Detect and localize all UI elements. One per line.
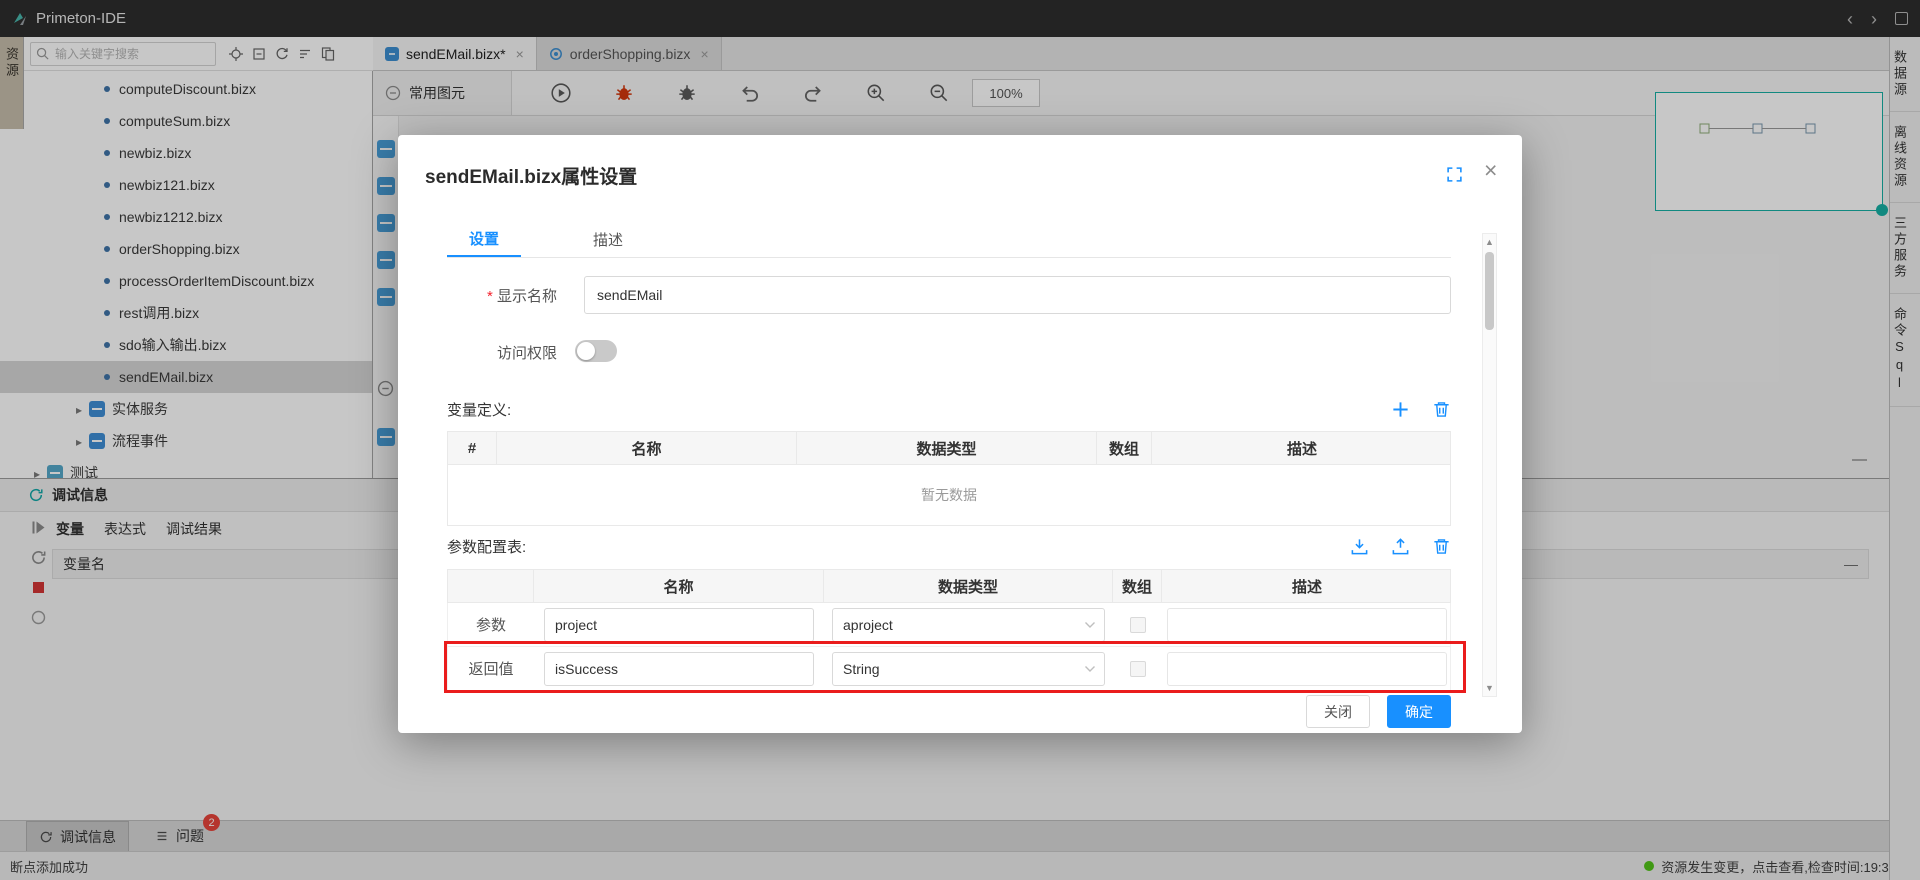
param-row-input: 参数 aproject: [447, 603, 1451, 647]
param-type-select[interactable]: String: [832, 652, 1105, 686]
dialog-tab-settings[interactable]: 设置: [447, 221, 521, 257]
property-dialog: sendEMail.bizx属性设置 设置 描述 显示名称 访问权限 变量定义:…: [398, 135, 1522, 733]
close-button[interactable]: 关闭: [1306, 695, 1370, 728]
param-description-input[interactable]: [1167, 608, 1447, 642]
param-type-value: String: [843, 661, 880, 677]
params-table: 名称 数据类型 数组 描述 参数 aproject 返回值 String: [447, 569, 1451, 691]
export-params-icon[interactable]: [1391, 537, 1410, 556]
close-icon[interactable]: [1484, 159, 1497, 182]
delete-param-icon[interactable]: [1432, 537, 1451, 556]
params-table-header: 名称 数据类型 数组 描述: [447, 569, 1451, 603]
params-section-header: 参数配置表:: [447, 533, 1451, 559]
variables-table: # 名称 数据类型 数组 描述 暂无数据: [447, 431, 1451, 526]
access-permission-toggle[interactable]: [575, 340, 617, 362]
delete-variable-icon[interactable]: [1432, 400, 1451, 419]
col-header-description: 描述: [1162, 570, 1452, 602]
col-header-description: 描述: [1152, 432, 1452, 464]
display-name-input[interactable]: [584, 276, 1451, 314]
param-array-checkbox[interactable]: [1130, 617, 1146, 633]
variables-section-header: 变量定义:: [447, 396, 1451, 422]
col-header-index: #: [448, 432, 497, 464]
param-name-input[interactable]: [544, 608, 814, 642]
dialog-title: sendEMail.bizx属性设置: [425, 162, 637, 189]
param-array-checkbox[interactable]: [1130, 661, 1146, 677]
chevron-down-icon: [1084, 621, 1096, 629]
params-section-title: 参数配置表:: [447, 536, 526, 557]
scroll-down-icon[interactable]: [1483, 681, 1496, 695]
variables-section-title: 变量定义:: [447, 399, 511, 420]
maximize-icon[interactable]: [1446, 166, 1463, 183]
dialog-tab-description[interactable]: 描述: [571, 221, 645, 257]
param-kind-label: 返回值: [448, 658, 534, 679]
scroll-up-icon[interactable]: [1483, 235, 1496, 249]
param-type-value: aproject: [843, 617, 893, 633]
dialog-tabs: 设置 描述: [447, 221, 1451, 258]
param-name-input[interactable]: [544, 652, 814, 686]
param-description-input[interactable]: [1167, 652, 1447, 686]
col-header-datatype: 数据类型: [824, 570, 1113, 602]
dialog-scrollbar[interactable]: [1482, 233, 1497, 697]
access-permission-label: 访问权限: [398, 342, 557, 363]
param-type-select[interactable]: aproject: [832, 608, 1105, 642]
variables-table-header: # 名称 数据类型 数组 描述: [447, 431, 1451, 465]
param-row-return: 返回值 String: [447, 647, 1451, 691]
col-header-name: 名称: [534, 570, 824, 602]
col-header-array: 数组: [1113, 570, 1162, 602]
scrollbar-thumb[interactable]: [1485, 252, 1494, 330]
col-header-datatype: 数据类型: [797, 432, 1097, 464]
col-header-name: 名称: [497, 432, 797, 464]
variables-empty-state: 暂无数据: [447, 465, 1451, 526]
col-header-kind: [448, 570, 534, 602]
confirm-button[interactable]: 确定: [1387, 695, 1451, 728]
display-name-label: 显示名称: [398, 285, 557, 306]
dialog-footer: 关闭 确定: [1306, 695, 1451, 728]
import-params-icon[interactable]: [1350, 537, 1369, 556]
col-header-array: 数组: [1097, 432, 1152, 464]
param-kind-label: 参数: [448, 614, 534, 635]
chevron-down-icon: [1084, 665, 1096, 673]
add-variable-icon[interactable]: [1391, 400, 1410, 419]
